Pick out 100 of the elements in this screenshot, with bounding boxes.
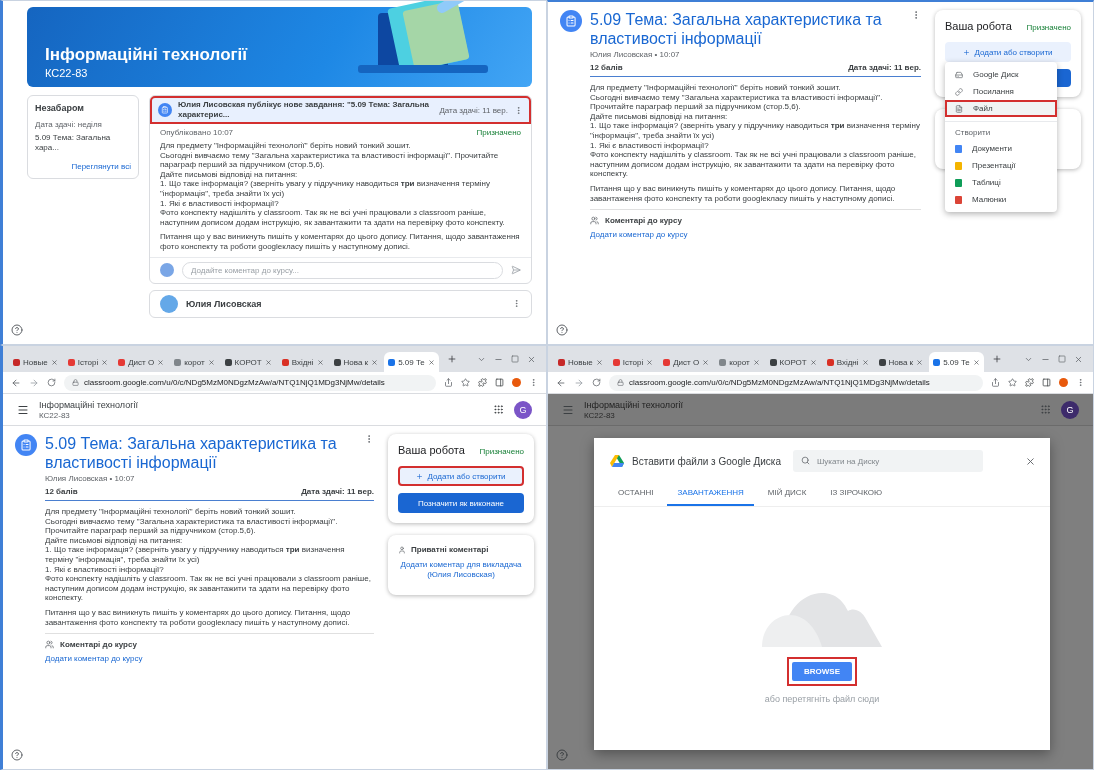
browser-tab[interactable]: Нова к xyxy=(874,352,928,372)
comment-field[interactable]: Додайте коментар до курсу... xyxy=(182,261,503,279)
close-icon[interactable] xyxy=(752,358,760,366)
help-icon[interactable] xyxy=(11,324,23,336)
close-icon[interactable] xyxy=(916,358,924,366)
more-icon[interactable] xyxy=(514,105,523,115)
maximize-icon[interactable] xyxy=(1058,355,1066,363)
browser-tab[interactable]: КОРОТ xyxy=(765,352,821,372)
maximize-icon[interactable] xyxy=(511,355,519,363)
browser-tab[interactable]: КОРОТ xyxy=(220,352,276,372)
menu-icon[interactable] xyxy=(17,403,29,416)
view-all-link[interactable]: Переглянути всі xyxy=(71,162,131,171)
close-icon[interactable] xyxy=(264,358,272,366)
menu-item[interactable]: Файл xyxy=(945,100,1057,117)
browser-tab[interactable]: Дист О xyxy=(659,352,714,372)
new-tab-icon[interactable] xyxy=(446,354,457,364)
menu-item[interactable]: Таблиці xyxy=(945,174,1057,191)
dialog-tab[interactable]: МІЙ ДИСК xyxy=(757,480,817,506)
browser-tab[interactable]: Дист О xyxy=(114,352,169,372)
close-icon[interactable] xyxy=(316,358,324,366)
post-headline[interactable]: Юлия Лисовская публікує нове завдання: "5.09 Тема: Загальна характерис... xyxy=(178,100,434,120)
account-avatar[interactable]: G xyxy=(1061,400,1079,419)
add-comment-link[interactable]: Додати коментар до курсу xyxy=(590,230,921,240)
address-bar[interactable]: classroom.google.com/u/0/c/NDg5MzM0NDgzMzAw/a/NTQ1NjQ1MDg3NjMw/details xyxy=(64,374,436,391)
browser-tab[interactable]: Історі xyxy=(63,352,113,372)
forward-icon[interactable] xyxy=(29,377,39,388)
profile-icon[interactable] xyxy=(1059,378,1068,387)
side-panel-icon[interactable] xyxy=(495,378,504,387)
mark-done-button[interactable]: Позначити як виконане xyxy=(398,493,524,513)
close-icon[interactable] xyxy=(527,354,536,364)
browser-tab[interactable]: Вхідні xyxy=(277,352,328,372)
close-icon[interactable] xyxy=(972,358,980,366)
reload-icon[interactable] xyxy=(592,378,601,387)
more-icon[interactable] xyxy=(512,299,521,309)
course-title[interactable]: Інформаційні технології xyxy=(39,399,138,410)
extensions-icon[interactable] xyxy=(1025,378,1034,387)
new-tab-icon[interactable] xyxy=(991,354,1002,364)
more-icon[interactable] xyxy=(1076,378,1085,387)
body-text: 1. Які є властивості інформації? xyxy=(45,564,165,575)
close-icon[interactable] xyxy=(809,358,817,366)
side-panel-icon[interactable] xyxy=(1042,378,1051,387)
close-icon[interactable] xyxy=(157,358,165,366)
menu-item[interactable]: Презентації xyxy=(945,157,1057,174)
close-icon[interactable] xyxy=(1025,455,1036,467)
close-icon[interactable] xyxy=(1074,354,1083,364)
account-avatar[interactable]: G xyxy=(514,400,532,419)
close-icon[interactable] xyxy=(50,358,58,366)
close-icon[interactable] xyxy=(702,358,710,366)
dialog-tab[interactable]: ЗАВАНТАЖЕННЯ xyxy=(667,480,754,506)
help-icon[interactable] xyxy=(556,749,568,761)
close-icon[interactable] xyxy=(646,358,654,366)
browser-tab[interactable]: Новые xyxy=(554,352,607,372)
browser-tab[interactable]: Новые xyxy=(9,352,62,372)
forward-icon[interactable] xyxy=(574,377,584,388)
close-icon[interactable] xyxy=(861,358,869,366)
dialog-tab[interactable]: ОСТАННІ xyxy=(608,480,664,506)
close-icon[interactable] xyxy=(595,358,603,366)
more-icon[interactable] xyxy=(529,378,538,387)
menu-item[interactable]: Google Диск xyxy=(945,66,1057,83)
share-icon[interactable] xyxy=(991,378,1000,387)
add-or-create-button[interactable]: Додати або створити xyxy=(398,466,524,486)
apps-icon[interactable] xyxy=(493,404,504,415)
add-or-create-button[interactable]: Додати або створити xyxy=(945,42,1071,62)
help-icon[interactable] xyxy=(11,749,23,761)
add-private-comment-link[interactable]: Додати коментар для викладача (Юлия Лисовская) xyxy=(398,560,524,580)
body-text: Дайте письмові відповіді на питання: xyxy=(45,535,184,546)
menu-item[interactable]: Документи xyxy=(945,140,1057,157)
help-icon[interactable] xyxy=(556,324,568,336)
share-icon[interactable] xyxy=(444,378,453,387)
person-icon xyxy=(398,545,406,554)
close-icon[interactable] xyxy=(207,358,215,366)
browser-tab[interactable]: Нова к xyxy=(329,352,383,372)
search-field[interactable]: Шукати на Диску xyxy=(793,450,984,472)
browse-button[interactable]: BROWSE xyxy=(792,662,852,681)
assignment-title: 5.09 Тема: Загальна характеристика та властивості інформації xyxy=(45,434,338,472)
address-bar[interactable]: classroom.google.com/u/0/c/NDg5MzM0NDgzMzAw/a/NTQ1NjQ1MDg3NjMw/details xyxy=(609,374,983,391)
browser-tab[interactable]: корот xyxy=(170,352,219,372)
menu-item[interactable]: Посилання xyxy=(945,83,1057,100)
search-icon xyxy=(801,456,811,465)
browser-tab[interactable]: корот xyxy=(715,352,764,372)
course-title[interactable]: Інформаційні технології xyxy=(584,399,683,410)
dialog-tab[interactable]: ІЗ ЗІРОЧКОЮ xyxy=(820,480,893,506)
send-icon[interactable] xyxy=(511,265,521,276)
browser-tab[interactable]: Історі xyxy=(608,352,658,372)
star-icon[interactable] xyxy=(1008,378,1017,387)
menu-item[interactable]: Малюнки xyxy=(945,191,1057,208)
browser-tab[interactable]: 5.09 Те xyxy=(929,352,984,372)
profile-icon[interactable] xyxy=(512,378,521,387)
back-icon[interactable] xyxy=(556,377,566,388)
extensions-icon[interactable] xyxy=(478,378,487,387)
close-icon[interactable] xyxy=(371,358,379,366)
browser-tab[interactable]: Вхідні xyxy=(822,352,873,372)
browser-tab[interactable]: 5.09 Те xyxy=(384,352,439,372)
star-icon[interactable] xyxy=(461,378,470,387)
drop-hint: або перетягніть файл сюди xyxy=(764,694,880,704)
back-icon[interactable] xyxy=(11,377,21,388)
reload-icon[interactable] xyxy=(47,378,56,387)
close-icon[interactable] xyxy=(427,358,435,366)
add-comment-link[interactable]: Додати коментар до курсу xyxy=(45,654,374,664)
close-icon[interactable] xyxy=(101,358,109,366)
